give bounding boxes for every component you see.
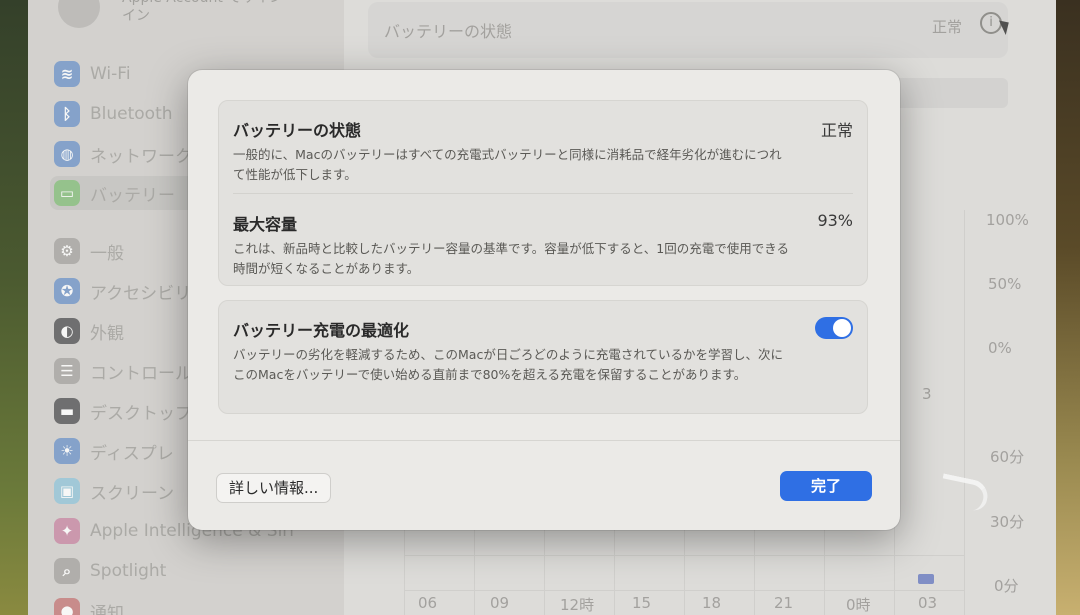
health-row: バッテリーの状態 正常 一般的に、Macのバッテリーはすべての充電式バッテリーと… [219,117,867,185]
optimize-row-title: バッテリー充電の最適化 [233,321,410,340]
capacity-row: 最大容量 93% これは、新品時と比較したバッテリー容量の基準です。容量が低下す… [219,211,867,279]
footer-divider [188,440,900,441]
battery-health-sheet: バッテリーの状態 正常 一般的に、Macのバッテリーはすべての充電式バッテリーと… [188,70,900,530]
health-row-title: バッテリーの状態 [233,121,362,140]
toggle-knob [833,319,851,337]
health-row-desc: 一般的に、Macのバッテリーはすべての充電式バッテリーと同様に消耗品で経年劣化が… [233,147,782,182]
optimize-row-desc: バッテリーの劣化を軽減するため、このMacが日ごろどのように充電されているかを学… [233,347,783,382]
optimize-charging-toggle[interactable] [815,317,853,339]
capacity-row-value: 93% [817,211,853,230]
capacity-row-desc: これは、新品時と比較したバッテリー容量の基準です。容量が低下すると、1回の充電で… [233,241,789,276]
optimize-row: バッテリー充電の最適化 バッテリーの劣化を軽減するため、このMacが日ごろどのよ… [219,317,867,385]
health-row-value: 正常 [820,121,853,140]
battery-info-group: バッテリーの状態 正常 一般的に、Macのバッテリーはすべての充電式バッテリーと… [218,100,868,286]
divider [233,193,853,194]
more-info-button[interactable]: 詳しい情報... [216,473,332,503]
done-button[interactable]: 完了 [780,471,872,501]
optimize-group: バッテリー充電の最適化 バッテリーの劣化を軽減するため、このMacが日ごろどのよ… [218,300,868,414]
capacity-row-title: 最大容量 [233,215,298,234]
